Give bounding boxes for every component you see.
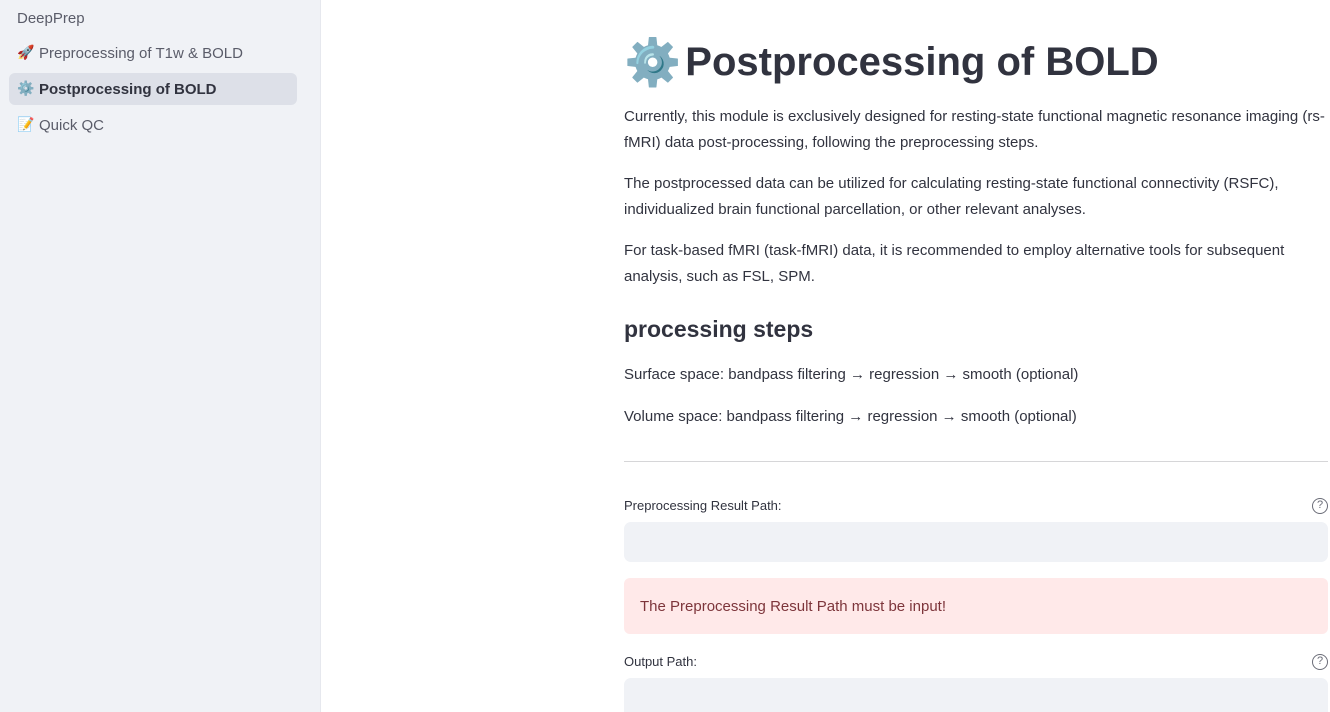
page-title-text: Postprocessing of BOLD [685, 39, 1159, 84]
step-surface: Surface space: bandpass filtering → regr… [624, 366, 1079, 383]
sidebar-item-label: Quick QC [39, 116, 105, 134]
rocket-icon: 🚀 [17, 45, 35, 61]
preprocessing-path-input[interactable] [624, 522, 1328, 562]
gear-icon: ⚙️ [624, 35, 682, 89]
sidebar-app-name: DeepPrep [17, 9, 85, 27]
output-path-input[interactable] [624, 678, 1328, 712]
gear-icon: ⚙️ [17, 81, 35, 97]
steps-heading: processing steps [624, 316, 814, 342]
usage-paragraph: The postprocessed data can be utilized f… [624, 175, 1279, 218]
memo-icon: 📝 [17, 117, 35, 133]
error-alert: The Preprocessing Result Path must be in… [624, 578, 1328, 634]
sidebar: DeepPrep 🚀 Preprocessing of T1w & BOLD ⚙… [0, 0, 321, 712]
intro-paragraph: Currently, this module is exclusively de… [624, 108, 1325, 151]
sidebar-item-deepprep[interactable]: DeepPrep [9, 2, 297, 34]
sidebar-item-quick-qc[interactable]: 📝 Quick QC [9, 109, 297, 141]
task-fmri-paragraph: For task-based fMRI (task-fMRI) data, it… [624, 242, 1285, 285]
output-path-label: Output Path: [624, 654, 697, 669]
divider [624, 461, 1328, 462]
help-icon[interactable]: ? [1312, 498, 1328, 514]
error-message: The Preprocessing Result Path must be in… [640, 597, 946, 615]
sidebar-item-label: Preprocessing of T1w & BOLD [39, 44, 243, 62]
step-volume: Volume space: bandpass filtering → regre… [624, 408, 1077, 425]
sidebar-item-postprocessing[interactable]: ⚙️ Postprocessing of BOLD [9, 73, 297, 105]
preprocessing-path-label: Preprocessing Result Path: [624, 498, 782, 513]
help-icon[interactable]: ? [1312, 654, 1328, 670]
sidebar-item-preprocessing[interactable]: 🚀 Preprocessing of T1w & BOLD [9, 37, 297, 69]
sidebar-item-label: Postprocessing of BOLD [39, 80, 217, 98]
page-title: ⚙️ Postprocessing of BOLD [624, 34, 1159, 90]
